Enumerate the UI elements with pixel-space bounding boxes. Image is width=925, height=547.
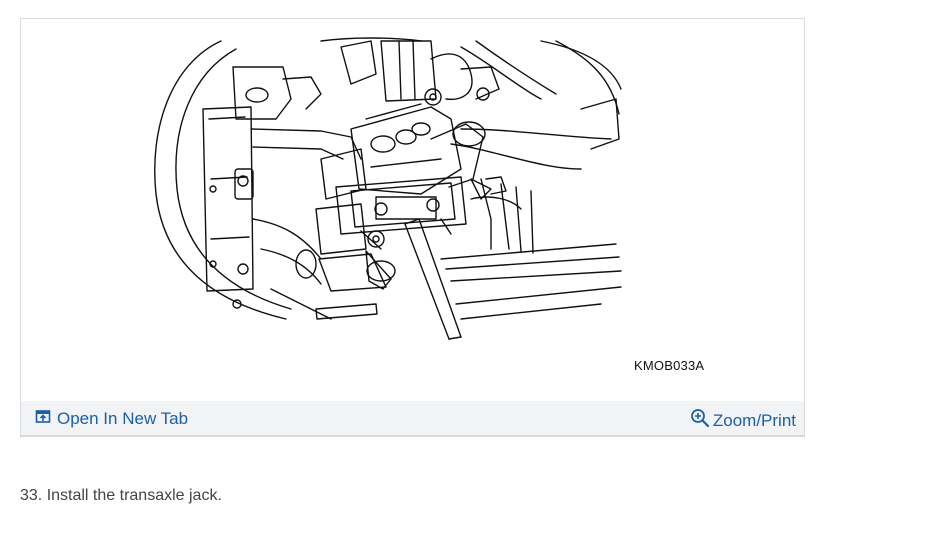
figure-card: KMOB033A Open In New Tab Zoom/Print	[20, 18, 805, 437]
open-new-tab-icon	[35, 408, 51, 429]
zoom-print-label: Zoom/Print	[712, 410, 796, 430]
zoom-print-link[interactable]: Zoom/Print	[690, 408, 796, 433]
figure-toolbar: Open In New Tab Zoom/Print	[21, 401, 804, 435]
open-in-new-tab-link[interactable]: Open In New Tab	[35, 408, 188, 429]
transaxle-jack-diagram[interactable]: KMOB033A	[21, 19, 804, 401]
diagram-drawing	[154, 37, 622, 340]
step-instruction: 33. Install the transaxle jack.	[20, 487, 222, 504]
open-in-new-tab-label: Open In New Tab	[57, 408, 189, 428]
figure-code: KMOB033A	[634, 358, 705, 373]
zoom-in-icon	[690, 408, 710, 433]
